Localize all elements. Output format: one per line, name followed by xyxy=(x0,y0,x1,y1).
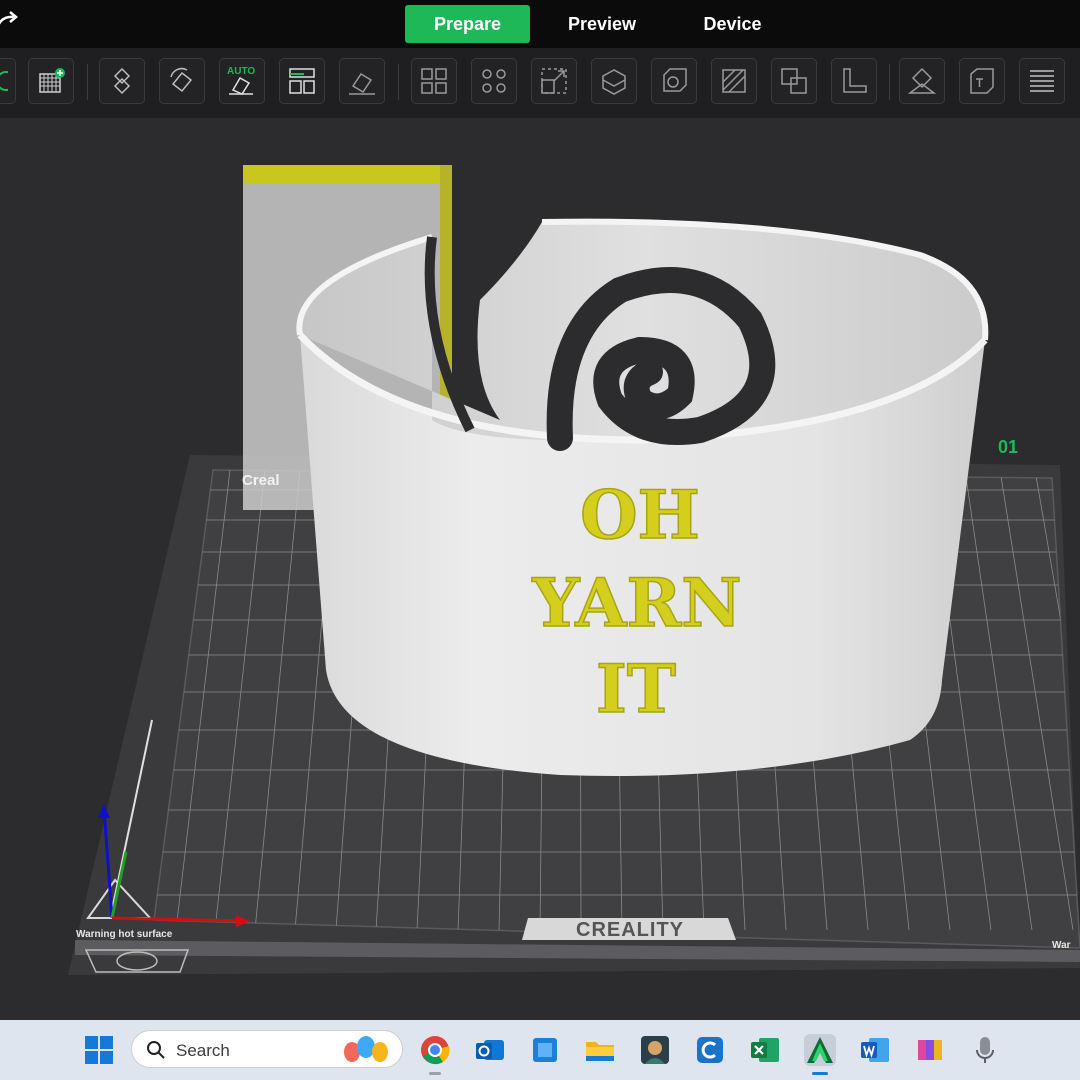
hatch-paint-icon xyxy=(722,69,746,93)
creality-print-app[interactable] xyxy=(804,1034,836,1066)
arrange-button[interactable] xyxy=(99,58,145,104)
file-explorer-app[interactable] xyxy=(584,1034,616,1066)
search-icon xyxy=(147,1041,165,1059)
hollow-button[interactable] xyxy=(651,58,697,104)
warning-label-right: War xyxy=(1052,940,1071,951)
orient-button[interactable] xyxy=(159,58,205,104)
text-shape-button[interactable] xyxy=(959,58,1005,104)
excel-app[interactable] xyxy=(749,1034,781,1066)
cut-button[interactable] xyxy=(591,58,637,104)
main-toolbar: AUTO xyxy=(0,48,1080,118)
split-parts-icon xyxy=(482,69,506,93)
lay-flat-icon xyxy=(349,72,375,95)
split-parts-button[interactable] xyxy=(471,58,517,104)
creality-print-icon xyxy=(807,1037,833,1063)
store-icon xyxy=(533,1038,557,1062)
auto-orient-icon: AUTO xyxy=(227,66,255,95)
support-paint-button[interactable] xyxy=(711,58,757,104)
toolbar-separator xyxy=(87,64,88,100)
add-plate-button[interactable] xyxy=(28,58,74,104)
lay-on-face-button[interactable] xyxy=(339,58,385,104)
warning-label: Warning hot surface xyxy=(76,929,173,940)
layout-button[interactable] xyxy=(279,58,325,104)
toolbar-separator xyxy=(889,64,890,100)
scene: CREALITY Warning hot surface War 01 Crea… xyxy=(68,165,1080,975)
creality-active-indicator xyxy=(812,1072,828,1075)
word-icon xyxy=(861,1038,889,1062)
rear-block-label: Creal xyxy=(242,472,280,489)
outlook-icon xyxy=(476,1040,504,1060)
microphone-app[interactable] xyxy=(969,1034,1001,1066)
emboss-line-3: IT xyxy=(596,650,676,728)
split-objects-button[interactable] xyxy=(411,58,457,104)
3d-viewport[interactable]: CREALITY Warning hot surface War 01 Crea… xyxy=(0,118,1080,1020)
emboss-icon xyxy=(907,67,937,94)
store-app[interactable] xyxy=(529,1034,561,1066)
rear-block-top xyxy=(243,165,451,183)
top-nav-bar: Prepare Preview Device xyxy=(0,0,1080,48)
brand-label: CREALITY xyxy=(576,919,684,941)
auto-orient-button[interactable]: AUTO xyxy=(219,58,265,104)
start-button[interactable] xyxy=(83,1034,115,1066)
c-app-icon xyxy=(697,1037,723,1063)
tab-device[interactable]: Device xyxy=(680,5,785,43)
taskbar-search-box[interactable]: Search xyxy=(131,1030,403,1068)
redo-arrow-icon[interactable] xyxy=(0,8,22,34)
chrome-running-indicator xyxy=(429,1072,441,1075)
auto-badge: AUTO xyxy=(227,66,255,77)
layers-icon xyxy=(1030,70,1054,92)
media-app[interactable] xyxy=(914,1034,946,1066)
emboss-line-1: OH xyxy=(580,476,700,554)
tab-preview[interactable]: Preview xyxy=(548,5,656,43)
microphone-icon xyxy=(976,1037,994,1063)
folder-icon xyxy=(586,1042,614,1061)
game-avatar-icon xyxy=(641,1036,669,1064)
windows-taskbar: Search xyxy=(0,1020,1080,1080)
text-cube-icon xyxy=(970,68,994,94)
split-grid-icon xyxy=(421,68,447,94)
emboss-line-2: YARN xyxy=(531,564,741,642)
search-placeholder: Search xyxy=(176,1041,230,1060)
cut-cube-icon xyxy=(602,69,626,95)
word-app[interactable] xyxy=(859,1034,891,1066)
ruler-angle-icon xyxy=(843,68,867,93)
tab-prepare[interactable]: Prepare xyxy=(405,5,530,43)
outlook-app[interactable] xyxy=(474,1034,506,1066)
boolean-button[interactable] xyxy=(771,58,817,104)
windows-logo-icon xyxy=(85,1036,113,1064)
grid-plate-icon xyxy=(39,68,65,93)
rotate-cube-icon xyxy=(170,67,193,93)
balloons-icon xyxy=(344,1036,388,1062)
cura-app[interactable] xyxy=(694,1034,726,1066)
scale-icon xyxy=(541,68,567,94)
scale-button[interactable] xyxy=(531,58,577,104)
chrome-icon xyxy=(421,1036,450,1065)
toolbar-separator xyxy=(398,64,399,100)
excel-icon xyxy=(751,1038,779,1062)
move-arrows-icon xyxy=(113,67,131,95)
hollow-cube-icon xyxy=(663,68,687,92)
plate-number: 01 xyxy=(998,437,1018,457)
add-object-button[interactable] xyxy=(0,58,16,104)
chrome-app[interactable] xyxy=(419,1034,451,1066)
game-app[interactable] xyxy=(639,1034,671,1066)
boolean-squares-icon xyxy=(781,68,807,94)
layout-icon xyxy=(289,68,315,94)
variable-layer-button[interactable] xyxy=(1019,58,1065,104)
colorful-app-icon xyxy=(918,1040,942,1060)
add-cube-icon xyxy=(0,71,8,91)
emboss-button[interactable] xyxy=(899,58,945,104)
measure-button[interactable] xyxy=(831,58,877,104)
